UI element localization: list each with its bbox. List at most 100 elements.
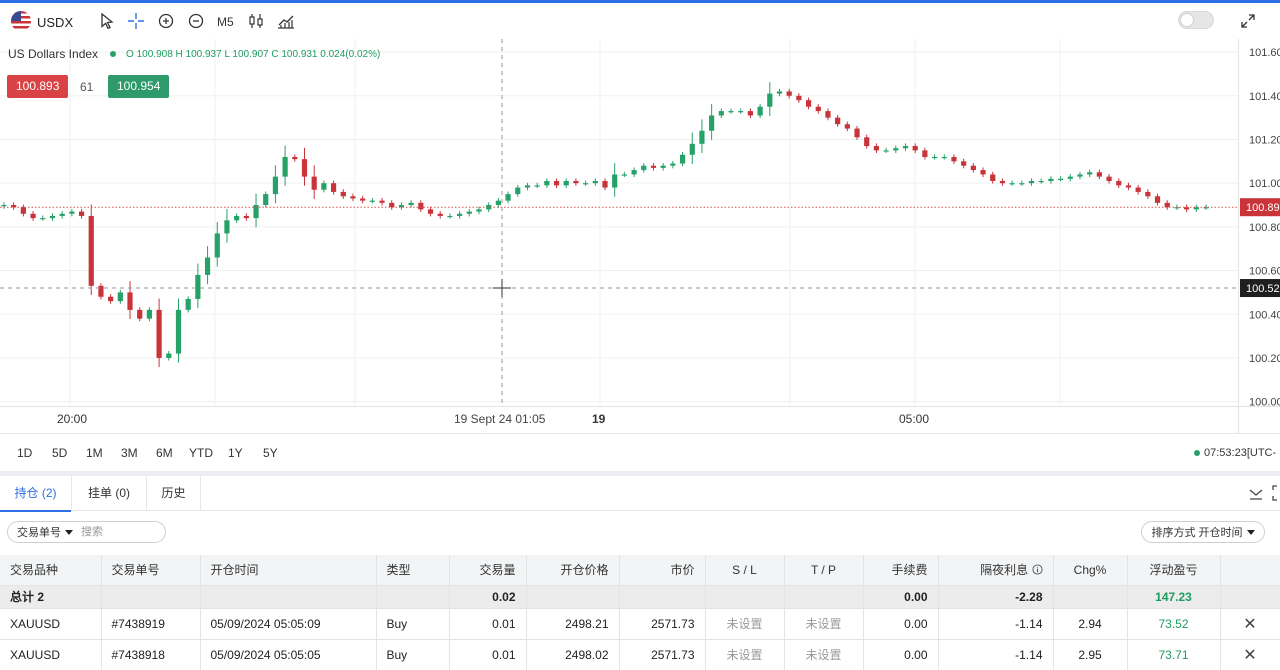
candle-body <box>825 111 831 118</box>
buy-price-button[interactable]: 100.954 <box>108 75 170 98</box>
column-header[interactable]: 开仓时间 <box>200 555 377 586</box>
candle-body <box>447 215 453 218</box>
candle-body <box>1038 180 1044 183</box>
toggle-switch[interactable] <box>1178 11 1214 29</box>
cell-stop-loss[interactable]: 未设置 <box>705 608 785 640</box>
column-header[interactable]: S / L <box>705 555 785 586</box>
candle-body <box>1028 180 1035 184</box>
candle-body <box>999 180 1006 184</box>
column-header[interactable]: 交易单号 <box>101 555 201 586</box>
cell-take-profit[interactable]: 未设置 <box>784 608 864 640</box>
total-fee: 0.00 <box>863 585 939 609</box>
column-header[interactable]: Chg% <box>1053 555 1128 586</box>
candle-body <box>340 191 346 197</box>
tab-orders[interactable]: 挂单 (0) <box>72 476 147 511</box>
table-row[interactable]: XAUUSD #7438918 05/09/2024 05:05:05 Buy … <box>0 639 1280 670</box>
candle-body <box>1009 183 1015 185</box>
y-tick-label: 100.800 <box>1249 222 1280 234</box>
candle-body <box>137 309 143 319</box>
candle-body <box>534 185 540 187</box>
candle-body <box>427 209 434 214</box>
info-icon[interactable] <box>1031 563 1043 577</box>
search-input[interactable] <box>81 526 151 538</box>
zoom-in-icon[interactable] <box>157 12 175 30</box>
candle-body <box>59 213 65 216</box>
range-1m[interactable]: 1M <box>86 446 103 460</box>
sort-label: 排序方式 开仓时间 <box>1151 527 1243 539</box>
range-1y[interactable]: 1Y <box>228 446 243 460</box>
column-header[interactable]: 市价 <box>619 555 706 586</box>
candle-body <box>893 148 899 151</box>
range-3m[interactable]: 3M <box>121 446 138 460</box>
column-header[interactable]: 浮动盈亏 <box>1127 555 1221 586</box>
cell-stop-loss[interactable]: 未设置 <box>705 639 785 670</box>
range-5d[interactable]: 5D <box>52 446 67 460</box>
candle-body <box>844 124 850 129</box>
server-clock: 07:53:23[UTC- <box>1194 447 1276 459</box>
candle-body <box>931 156 938 159</box>
candle-body <box>40 218 46 220</box>
column-header[interactable]: 交易量 <box>449 555 527 586</box>
candle-body <box>873 146 880 151</box>
candle-body <box>738 111 744 113</box>
price-chart[interactable]: 101.600 101.400 101.200 101.000 100.800 100.6… <box>0 39 1280 434</box>
range-1d[interactable]: 1D <box>17 446 32 460</box>
candle-body <box>350 196 356 199</box>
crosshair-cursor <box>493 279 511 298</box>
symbol-name[interactable]: USDX <box>37 15 73 30</box>
candle-body <box>311 176 317 190</box>
candle-body <box>185 298 191 310</box>
range-6m[interactable]: 6M <box>156 446 173 460</box>
candle-body <box>20 207 26 214</box>
y-tick-label: 100.200 <box>1249 353 1280 365</box>
tab-history[interactable]: 历史 <box>147 476 201 511</box>
cursor-icon[interactable] <box>98 12 116 30</box>
column-header[interactable]: 交易品种 <box>0 555 102 586</box>
range-5y[interactable]: 5Y <box>263 446 278 460</box>
collapse-panel-icon[interactable] <box>1248 485 1264 501</box>
candle-body <box>263 194 269 206</box>
candle-body <box>515 187 521 195</box>
candle-body <box>224 220 230 234</box>
candle-body <box>544 180 550 186</box>
candles-icon[interactable] <box>247 12 265 30</box>
column-header[interactable]: 隔夜利息 <box>938 555 1054 586</box>
candle-body <box>699 130 705 144</box>
column-header[interactable]: 类型 <box>376 555 450 586</box>
candle-body <box>214 233 220 258</box>
candle-body <box>631 170 637 175</box>
column-header[interactable]: 开仓价格 <box>526 555 620 586</box>
candle-body <box>98 285 104 297</box>
maximize-panel-icon[interactable] <box>1272 485 1280 501</box>
indicators-icon[interactable] <box>277 12 295 30</box>
table-row[interactable]: XAUUSD #7438919 05/09/2024 05:05:09 Buy … <box>0 608 1280 640</box>
sell-price-button[interactable]: 100.893 <box>7 75 69 98</box>
candle-body <box>679 154 686 164</box>
filter-field-select[interactable]: 交易单号 <box>8 524 73 540</box>
candle-body <box>767 93 773 107</box>
candle-body <box>1 205 7 207</box>
zoom-out-icon[interactable] <box>187 12 205 30</box>
candle-body <box>292 156 298 160</box>
close-position-icon[interactable]: ✕ <box>1220 639 1280 670</box>
cell-take-profit[interactable]: 未设置 <box>784 639 864 670</box>
range-ytd[interactable]: YTD <box>189 446 213 460</box>
current-price-label: 100.89 <box>1246 202 1280 214</box>
market-status-dot <box>110 51 117 57</box>
us-flag-icon[interactable] <box>11 11 31 31</box>
candle-body <box>476 209 482 212</box>
close-position-icon[interactable]: ✕ <box>1220 608 1280 640</box>
sort-select[interactable]: 排序方式 开仓时间 <box>1141 521 1265 543</box>
cell-open-time: 05/09/2024 05:05:09 <box>200 608 377 640</box>
timeframe-button[interactable]: M5 <box>217 15 234 29</box>
tab-positions[interactable]: 持仓 (2) <box>0 476 72 512</box>
expand-icon[interactable] <box>1239 12 1257 30</box>
total-row: 总计 2 0.02 0.00 -2.28 147.23 <box>0 585 1280 609</box>
positions-table: 交易品种 交易单号 开仓时间 类型 交易量 开仓价格 市价 S / L T / … <box>0 555 1280 670</box>
crosshair-icon[interactable] <box>127 12 145 30</box>
candle-body <box>709 115 715 131</box>
column-header[interactable]: T / P <box>784 555 864 586</box>
candle-body <box>912 146 918 151</box>
candle-body <box>980 170 986 175</box>
column-header[interactable]: 手续费 <box>863 555 939 586</box>
